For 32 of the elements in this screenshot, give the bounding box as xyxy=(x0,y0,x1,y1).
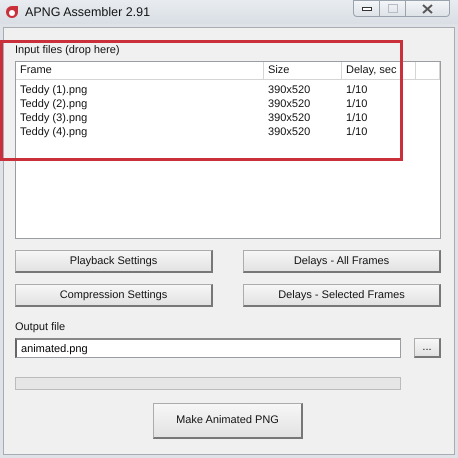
table-cell-text: 1/10 xyxy=(345,83,368,97)
minimize-icon xyxy=(362,6,372,10)
table-cell-text: 1/10 xyxy=(345,111,368,125)
table-cell-text: Teddy (1).png xyxy=(19,83,88,97)
settings-button[interactable]: Delays - Selected Frames xyxy=(243,284,441,307)
close-icon xyxy=(422,4,433,14)
settings-button[interactable]: Compression Settings xyxy=(15,284,213,307)
close-button[interactable] xyxy=(405,0,450,17)
table-cell-text: 390x520 xyxy=(267,125,312,139)
table-cell-text: 390x520 xyxy=(267,111,312,125)
column-header[interactable]: Size xyxy=(264,62,342,79)
table-cell-text: 390x520 xyxy=(267,97,312,111)
table-cell-text: Teddy (4).png xyxy=(19,125,88,139)
input-files-label: Input files (drop here) xyxy=(15,44,120,56)
column-header[interactable]: Delay, sec xyxy=(342,62,416,79)
browse-button[interactable]: ... xyxy=(414,338,441,358)
maximize-icon xyxy=(388,4,398,13)
make-animated-png-button[interactable]: Make Animated PNG xyxy=(153,403,303,439)
table-cell-text: 390x520 xyxy=(267,83,312,97)
minimize-button[interactable] xyxy=(353,0,379,17)
app-icon xyxy=(5,4,19,20)
output-file-label: Output file xyxy=(15,321,66,333)
table-cell-text: 1/10 xyxy=(345,125,368,139)
window-title: APNG Assembler 2.91 xyxy=(25,4,150,21)
table-cell-text: Teddy (3).png xyxy=(19,111,88,125)
settings-button[interactable]: Delays - All Frames xyxy=(243,250,441,273)
output-file-field[interactable]: animated.png xyxy=(15,338,401,358)
settings-button[interactable]: Playback Settings xyxy=(15,250,213,273)
table-cell-text: Teddy (2).png xyxy=(19,97,88,111)
table-cell-text: 1/10 xyxy=(345,97,368,111)
column-header[interactable]: Frame xyxy=(16,62,264,79)
file-list[interactable]: Frame Size Delay, sec Teddy (1).png 390x520 1/10 Teddy (2).png 390x520 1/10 Teddy (3).png 390x520 1/10 Teddy (4).png 390x520 1/10 xyxy=(15,61,441,239)
